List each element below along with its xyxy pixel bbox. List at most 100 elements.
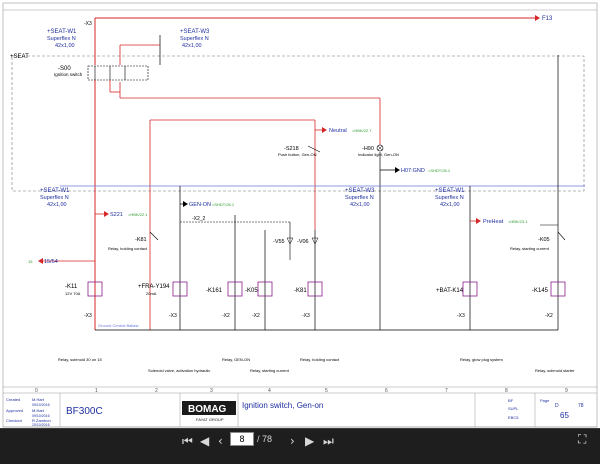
first-page-icon[interactable]: ⏮: [182, 434, 193, 448]
tb-sheet-no: 65: [560, 411, 569, 420]
comp-3-name: -K161: [206, 288, 223, 294]
signal-f13: F13: [542, 16, 553, 22]
comp-2-name: +FRA-Y194: [138, 284, 170, 290]
tb-page-of: 78: [578, 403, 584, 409]
tb-approved-label: Approved: [6, 408, 23, 413]
next-chevron-icon[interactable]: ›: [290, 434, 295, 448]
svg-text:=SHDT/26.1: =SHDT/26.1: [428, 168, 451, 173]
tb-page: D: [555, 403, 559, 409]
ground-bus-label: Ground Central Ballast: [98, 323, 139, 328]
top-rail-label: -X3: [84, 21, 92, 27]
pdf-viewer-toolbar: ⏮ ◀ ‹ › ▶ ⏭ ⛶: [0, 428, 600, 464]
tb-title: Ignition switch, Gen-on: [242, 401, 323, 410]
diode-2: -V06: [297, 239, 309, 245]
conn-top-2-spec: 42x1,00: [182, 43, 202, 49]
page-total: / 78: [257, 434, 273, 444]
tb-checked-label: Checked: [6, 418, 22, 423]
pushbutton-desc: Push button, Gen-ON: [278, 152, 317, 157]
comp-5-desc: Relay, holding contact: [300, 357, 340, 362]
conn-mid-2-name: +SEAT-W3: [345, 188, 375, 194]
gnd-label-3: -X2: [222, 313, 230, 319]
tb-plant: BF: [508, 398, 514, 403]
conn-top-1-cable: Superflex N: [47, 36, 76, 42]
tb-approved-by: M.Hart: [32, 408, 45, 413]
last-page-icon[interactable]: ⏭: [323, 434, 334, 448]
comp-7-desc: Relay, solenoid starter: [535, 368, 575, 373]
schematic-sheet: +SEAT F13 -X3 +SEAT-W1 Superflex N 42x1,…: [0, 0, 600, 428]
comp-4-name: -K05: [245, 288, 258, 294]
conn-mid-1-spec: 42x1,00: [47, 202, 67, 208]
conn-top-2-name: +SEAT-W3: [180, 29, 210, 35]
bomag-logo-text: BOMAG: [188, 404, 227, 415]
signal-s221: S221: [110, 212, 123, 218]
comp-1-name: -K11: [65, 284, 78, 290]
comp-2-sub: 20mA: [146, 291, 157, 296]
conn-top-1-spec: 42x1,00: [55, 43, 75, 49]
signal-gen-on: GEN-ON: [189, 202, 211, 208]
seat-label: +SEAT: [10, 54, 29, 60]
page-number-input[interactable]: [230, 432, 254, 446]
conn-mid-2-spec: 42x1,00: [350, 202, 370, 208]
gnd-label-5: -X3: [302, 313, 310, 319]
tb-created-label: Created: [6, 397, 20, 402]
signal-h07: H07:GND: [401, 168, 425, 174]
gnd-label-4: -X2: [252, 313, 260, 319]
relay-small-2-name: -K05: [538, 237, 550, 243]
tb-created-date: 09/10/2016: [32, 403, 50, 407]
gnd-label-1: -X3: [84, 313, 92, 319]
lamp-desc: Indicator light, Gen-ON: [358, 152, 399, 157]
previous-page-icon[interactable]: ◀: [200, 434, 209, 448]
conn-mid-2-cable: Superflex N: [345, 195, 374, 201]
col-6: 6: [385, 388, 388, 394]
gnd-label-2: -X3: [169, 313, 177, 319]
tb-created-by: M.Hart: [32, 397, 45, 402]
col-0: 0: [35, 388, 38, 394]
relay-small-2-desc: Relay, starting current: [510, 246, 550, 251]
ignition-switch-symbol: [87, 65, 149, 81]
svg-text:=SHDT/26.1: =SHDT/26.1: [212, 202, 235, 207]
conn-mid-1-name: +SEAT-W1: [40, 188, 70, 194]
previous-chevron-icon[interactable]: ‹: [218, 434, 223, 448]
svg-text:=HBK/22.7: =HBK/22.7: [352, 128, 372, 133]
tb-model: BF300C: [66, 406, 103, 417]
tb-location: SUPL: [508, 406, 519, 411]
col-2: 2: [155, 388, 158, 394]
next-page-icon[interactable]: ▶: [305, 434, 314, 448]
conn-top-2-cable: Superflex N: [180, 36, 209, 42]
switch-desc: Ignition switch: [54, 72, 83, 77]
tb-doc: EBC5: [508, 415, 519, 420]
svg-text:-X2_2: -X2_2: [192, 216, 206, 222]
gnd-label-6: -X3: [457, 313, 465, 319]
comp-7-name: -K145: [532, 288, 549, 294]
seat-region: [11, 55, 585, 192]
comp-6-name: +BAT-K14: [436, 288, 464, 294]
signal-neutral: Neutral: [329, 128, 347, 134]
comp-1-desc: Relay, solenoid 30 on 15: [58, 357, 103, 362]
bomag-logo-sub: FAYAT GROUP: [196, 417, 224, 422]
svg-text:=HBK/23.1: =HBK/23.1: [508, 219, 528, 224]
diode-1: -V55: [273, 239, 285, 245]
conn-mid-3-cable: Superflex N: [435, 195, 464, 201]
col-7: 7: [445, 388, 448, 394]
conn-mid-3-spec: 42x1,00: [440, 202, 460, 208]
conn-top-1-name: +SEAT-W1: [47, 29, 77, 35]
tb-checked-date: 20/10/2016: [32, 423, 50, 427]
signal-1554: 15/54: [44, 259, 58, 265]
comp-2-desc: Solenoid valve, activation hydraulic: [148, 368, 210, 373]
svg-text:=HBK/22.1: =HBK/22.1: [128, 212, 148, 217]
relay-small-1-name: -K81: [135, 237, 147, 243]
col-4: 4: [268, 388, 271, 394]
gnd-label-7: -X2: [545, 313, 553, 319]
signal-preheat: PreHeat: [483, 219, 504, 225]
col-5: 5: [325, 388, 328, 394]
comp-1-sub: 12V 70A: [65, 291, 81, 296]
conn-mid-1-cable: Superflex N: [40, 195, 69, 201]
comp-6-desc: Relay, glow plug system: [460, 357, 504, 362]
wiring-diagram: +SEAT F13 -X3 +SEAT-W1 Superflex N 42x1,…: [2, 2, 598, 428]
fullscreen-icon[interactable]: ⛶: [578, 432, 586, 446]
comp-3-desc: Relay, GEN-ON: [222, 357, 250, 362]
col-3: 3: [210, 388, 213, 394]
col-8: 8: [505, 388, 508, 394]
col-9: 9: [565, 388, 568, 394]
comp-5-name: -K81: [294, 288, 307, 294]
